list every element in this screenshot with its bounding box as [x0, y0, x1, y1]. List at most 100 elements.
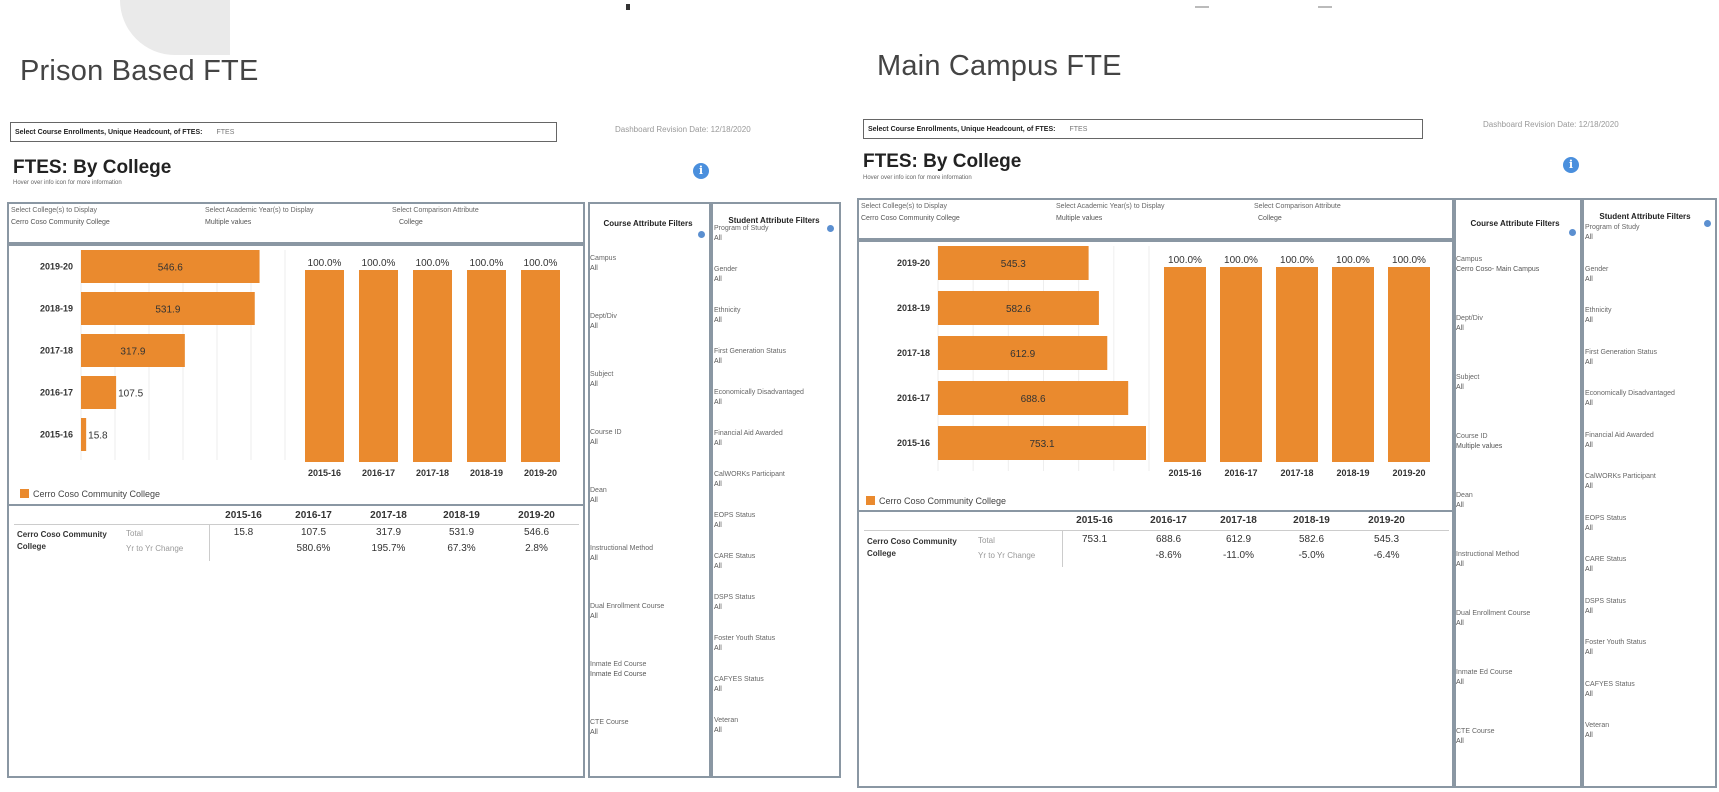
filter-value[interactable]: All — [714, 234, 768, 244]
course-filter-course-id[interactable]: Course ID Multiple values — [1456, 432, 1502, 452]
student-filter-foster-youth-status[interactable]: Foster Youth Status All — [714, 634, 775, 654]
student-filter-program-of-study[interactable]: Program of Study All — [714, 224, 768, 244]
student-filter-cafyes-status[interactable]: CAFYES Status All — [714, 675, 764, 695]
student-filter-cafyes-status[interactable]: CAFYES Status All — [1585, 680, 1635, 700]
filter-value[interactable]: All — [590, 438, 622, 448]
filter-value[interactable]: All — [590, 612, 664, 622]
measure-selector[interactable]: Select Course Enrollments, Unique Headco… — [863, 119, 1423, 139]
filter-value[interactable]: Cerro Coso- Main Campus — [1456, 265, 1539, 275]
filter-value[interactable]: All — [1585, 565, 1626, 575]
filter-value[interactable]: All — [1585, 441, 1654, 451]
filter-value[interactable]: All — [1585, 731, 1609, 741]
course-filter-dept-div[interactable]: Dept/Div All — [1456, 314, 1483, 334]
filter-value[interactable]: All — [714, 521, 755, 531]
filter-value[interactable]: All — [1585, 607, 1626, 617]
filter-value[interactable]: All — [590, 380, 613, 390]
filter-value[interactable]: All — [1456, 678, 1512, 688]
student-filter-program-of-study[interactable]: Program of Study All — [1585, 223, 1639, 243]
filter-value[interactable]: All — [590, 264, 616, 274]
course-filter-instructional-method[interactable]: Instructional Method All — [590, 544, 653, 564]
student-filter-first-generation-status[interactable]: First Generation Status All — [1585, 348, 1657, 368]
filter-value[interactable]: All — [590, 554, 653, 564]
filter-value[interactable]: All — [1585, 358, 1657, 368]
filter-value[interactable]: All — [714, 275, 737, 285]
measure-selector[interactable]: Select Course Enrollments, Unique Headco… — [10, 122, 557, 142]
info-icon[interactable]: i — [1563, 157, 1579, 173]
course-filter-campus[interactable]: Campus Cerro Coso- Main Campus — [1456, 255, 1539, 275]
student-filter-dsps-status[interactable]: DSPS Status All — [1585, 597, 1626, 617]
course-filter-dual-enrollment-course[interactable]: Dual Enrollment Course All — [590, 602, 664, 622]
filter-value[interactable]: All — [714, 726, 738, 736]
filter-value[interactable]: All — [1585, 399, 1675, 409]
filter-value[interactable]: All — [1456, 619, 1530, 629]
college-select-value[interactable]: Cerro Coso Community College — [861, 215, 960, 222]
year-select-value[interactable]: Multiple values — [1056, 215, 1102, 222]
course-filter-cte-course[interactable]: CTE Course All — [1456, 727, 1495, 747]
filter-value[interactable]: All — [714, 685, 764, 695]
course-filter-cte-course[interactable]: CTE Course All — [590, 718, 629, 738]
course-filter-course-id[interactable]: Course ID All — [590, 428, 622, 448]
student-filter-eops-status[interactable]: EOPS Status All — [1585, 514, 1626, 534]
filter-value[interactable]: All — [1585, 690, 1635, 700]
filter-value[interactable]: All — [1456, 560, 1519, 570]
info-icon[interactable] — [827, 225, 834, 232]
filter-value[interactable]: All — [714, 439, 783, 449]
filter-value[interactable]: All — [714, 603, 755, 613]
filter-value[interactable]: All — [1456, 501, 1473, 511]
student-filter-ethnicity[interactable]: Ethnicity All — [1585, 306, 1611, 326]
filter-value[interactable]: Multiple values — [1456, 442, 1502, 452]
student-filter-financial-aid-awarded[interactable]: Financial Aid Awarded All — [1585, 431, 1654, 451]
course-filter-dean[interactable]: Dean All — [1456, 491, 1473, 511]
info-icon[interactable]: i — [693, 163, 709, 179]
filter-value[interactable]: All — [714, 480, 785, 490]
filter-value[interactable]: All — [1585, 316, 1611, 326]
student-filter-calworks-participant[interactable]: CalWORKs Participant All — [1585, 472, 1656, 492]
filter-value[interactable]: All — [1585, 482, 1656, 492]
filter-value[interactable]: All — [714, 562, 755, 572]
course-filter-dean[interactable]: Dean All — [590, 486, 607, 506]
info-icon[interactable] — [1569, 229, 1576, 236]
year-select-value[interactable]: Multiple values — [205, 219, 251, 226]
student-filter-calworks-participant[interactable]: CalWORKs Participant All — [714, 470, 785, 490]
course-filter-subject[interactable]: Subject All — [590, 370, 613, 390]
student-filter-veteran[interactable]: Veteran All — [714, 716, 738, 736]
filter-value[interactable]: All — [1456, 324, 1483, 334]
filter-value[interactable]: All — [714, 644, 775, 654]
student-filter-eops-status[interactable]: EOPS Status All — [714, 511, 755, 531]
filter-value[interactable]: Inmate Ed Course — [590, 670, 646, 680]
student-filter-gender[interactable]: Gender All — [1585, 265, 1608, 285]
course-filter-inmate-ed-course[interactable]: Inmate Ed Course Inmate Ed Course — [590, 660, 646, 680]
filter-value[interactable]: All — [590, 728, 629, 738]
course-filter-campus[interactable]: Campus All — [590, 254, 616, 274]
filter-value[interactable]: All — [1585, 648, 1646, 658]
college-select-value[interactable]: Cerro Coso Community College — [11, 219, 110, 226]
filter-value[interactable]: All — [1585, 275, 1608, 285]
student-filter-care-status[interactable]: CARE Status All — [714, 552, 755, 572]
filter-value[interactable]: All — [714, 316, 740, 326]
student-filter-foster-youth-status[interactable]: Foster Youth Status All — [1585, 638, 1646, 658]
info-icon[interactable] — [1704, 220, 1711, 227]
course-filter-inmate-ed-course[interactable]: Inmate Ed Course All — [1456, 668, 1512, 688]
course-filter-dept-div[interactable]: Dept/Div All — [590, 312, 617, 332]
filter-value[interactable]: All — [714, 357, 786, 367]
filter-value[interactable]: All — [590, 322, 617, 332]
attribute-select-value[interactable]: College — [1258, 215, 1282, 222]
student-filter-financial-aid-awarded[interactable]: Financial Aid Awarded All — [714, 429, 783, 449]
student-filter-first-generation-status[interactable]: First Generation Status All — [714, 347, 786, 367]
filter-value[interactable]: All — [714, 398, 804, 408]
filter-value[interactable]: All — [1456, 737, 1495, 747]
student-filter-economically-disadvantaged[interactable]: Economically Disadvantaged All — [714, 388, 804, 408]
student-filter-dsps-status[interactable]: DSPS Status All — [714, 593, 755, 613]
student-filter-gender[interactable]: Gender All — [714, 265, 737, 285]
info-icon[interactable] — [698, 231, 705, 238]
student-filter-veteran[interactable]: Veteran All — [1585, 721, 1609, 741]
filter-value[interactable]: All — [1585, 233, 1639, 243]
student-filter-economically-disadvantaged[interactable]: Economically Disadvantaged All — [1585, 389, 1675, 409]
filter-value[interactable]: All — [1456, 383, 1479, 393]
course-filter-subject[interactable]: Subject All — [1456, 373, 1479, 393]
course-filter-dual-enrollment-course[interactable]: Dual Enrollment Course All — [1456, 609, 1530, 629]
filter-value[interactable]: All — [1585, 524, 1626, 534]
filter-value[interactable]: All — [590, 496, 607, 506]
student-filter-care-status[interactable]: CARE Status All — [1585, 555, 1626, 575]
course-filter-instructional-method[interactable]: Instructional Method All — [1456, 550, 1519, 570]
